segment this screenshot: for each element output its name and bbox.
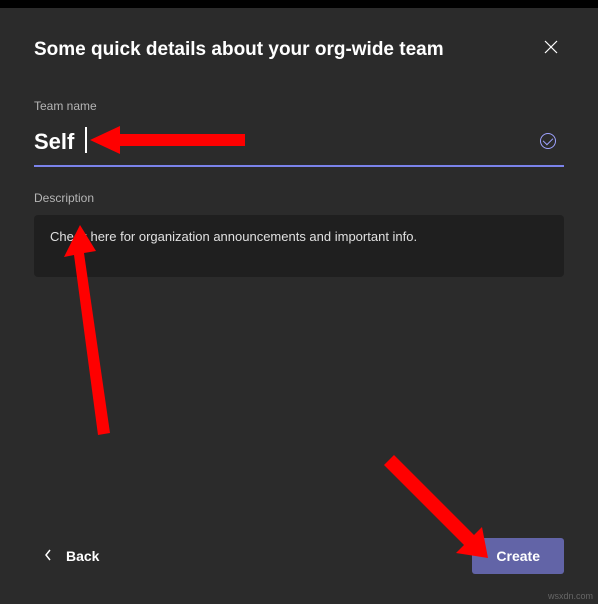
watermark-text: wsxdn.com xyxy=(548,591,593,601)
back-button[interactable]: Back xyxy=(34,540,109,572)
dialog-footer: Back Create xyxy=(34,538,564,584)
dialog-header: Some quick details about your org-wide t… xyxy=(34,36,564,63)
description-input[interactable] xyxy=(34,215,564,277)
dialog-title: Some quick details about your org-wide t… xyxy=(34,39,444,61)
description-label: Description xyxy=(34,191,564,205)
create-button[interactable]: Create xyxy=(472,538,564,574)
close-icon[interactable] xyxy=(538,36,564,63)
text-cursor xyxy=(85,127,87,153)
team-name-field-wrapper xyxy=(34,123,564,167)
team-name-label: Team name xyxy=(34,99,564,113)
validation-check-icon xyxy=(540,133,556,149)
chevron-left-icon xyxy=(44,548,52,564)
team-name-input[interactable] xyxy=(34,123,564,167)
app-top-bar xyxy=(0,0,598,8)
create-team-dialog: Some quick details about your org-wide t… xyxy=(0,8,598,604)
back-button-label: Back xyxy=(66,548,99,564)
